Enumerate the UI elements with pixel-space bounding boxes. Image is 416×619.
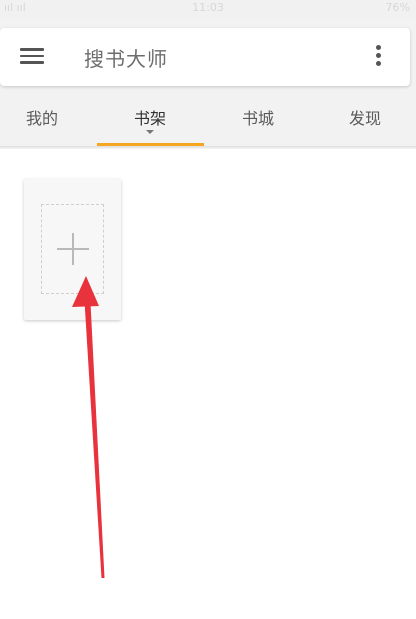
caret-down-icon <box>146 130 154 134</box>
tab-discover[interactable]: 发现 <box>313 100 416 146</box>
header-divider <box>0 146 416 149</box>
app-title[interactable]: 搜书大师 <box>84 43 168 72</box>
tab-bookstore[interactable]: 书城 <box>206 100 310 146</box>
menu-icon[interactable] <box>20 47 44 65</box>
battery-level: 76% <box>385 1 410 14</box>
annotation-arrow-shaft <box>84 293 105 578</box>
status-time: 11:03 <box>192 1 224 14</box>
status-bar: ııl ııl 11:03 76% <box>0 0 416 18</box>
tab-bar: 我的 书架 书城 发现 <box>0 100 416 146</box>
search-bar[interactable] <box>0 28 410 86</box>
plus-icon <box>57 233 89 265</box>
tab-bookshelf[interactable]: 书架 <box>98 100 202 146</box>
app-screen: ııl ııl 11:03 76% 搜书大师 我的 书架 书城 发现 <box>0 0 416 619</box>
more-vert-icon[interactable] <box>376 45 382 67</box>
tab-mine[interactable]: 我的 <box>0 100 94 146</box>
